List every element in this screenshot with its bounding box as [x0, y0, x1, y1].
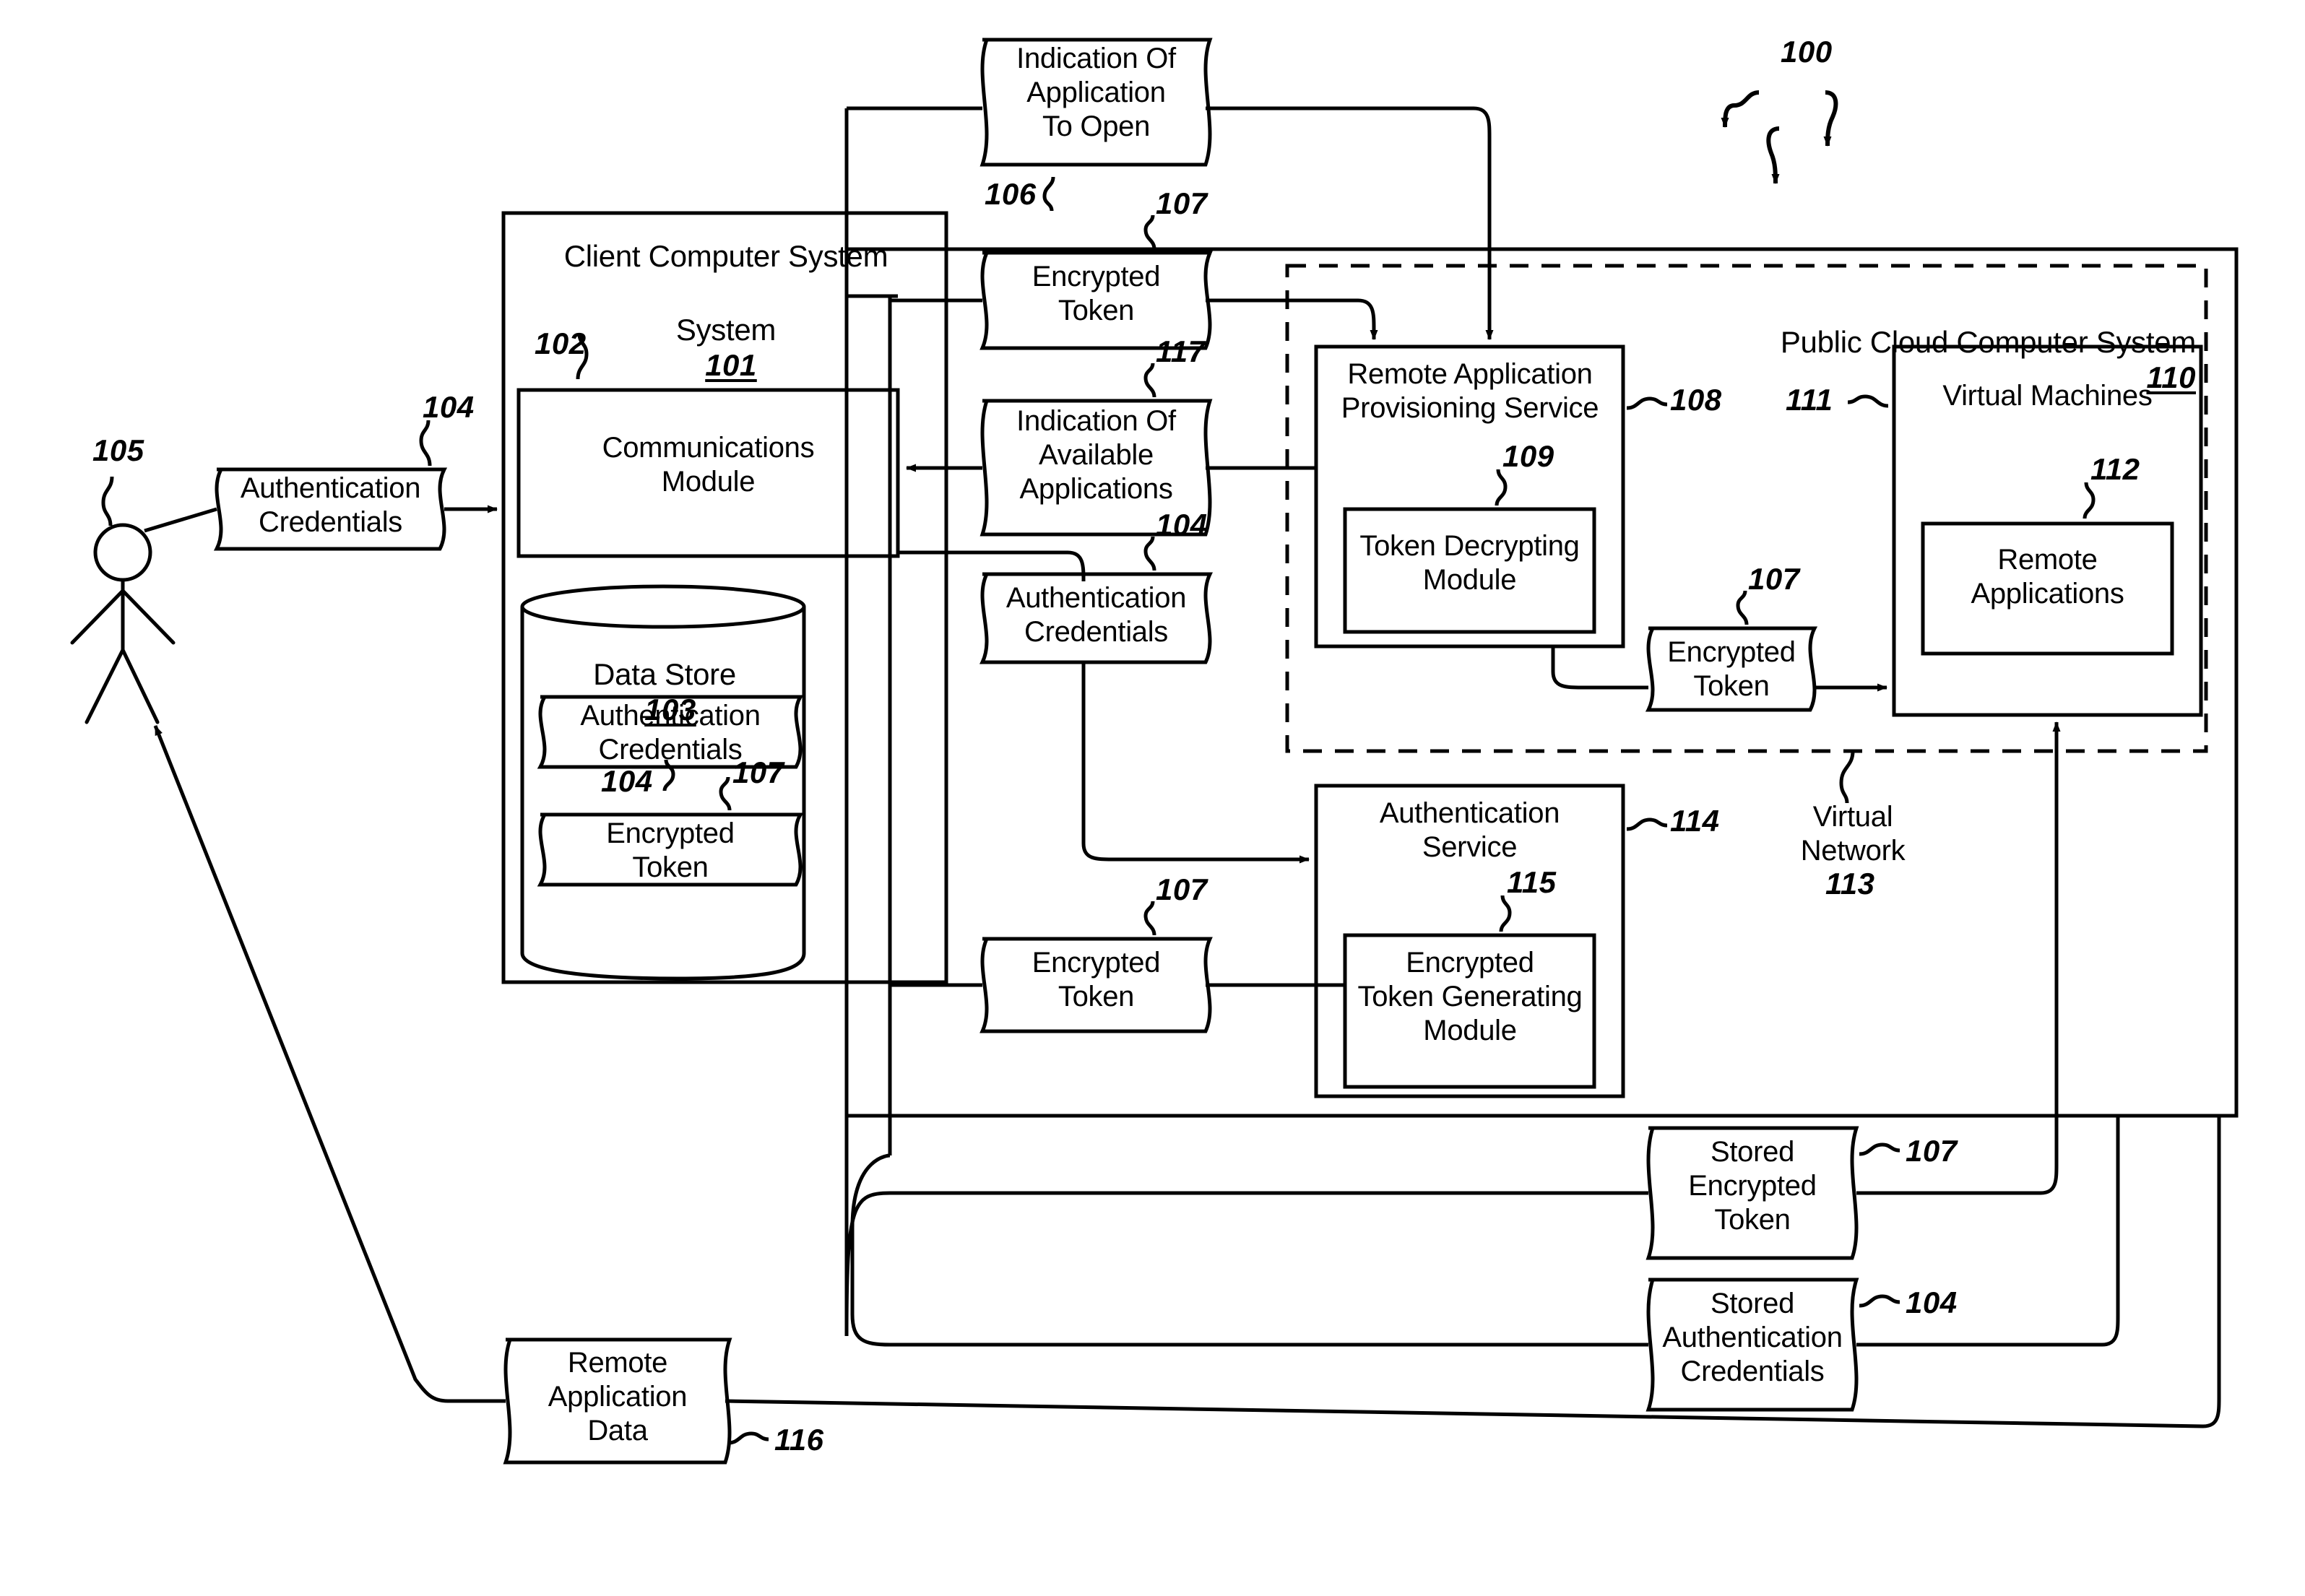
- remote-applications-ref: 112: [2090, 452, 2140, 486]
- user-stick-figure-shape: [70, 523, 176, 724]
- virtual-network-ref: 113: [1825, 867, 1875, 901]
- remote-applications-label: Remote Applications: [1971, 544, 2124, 610]
- communications-module-ref: 102: [535, 326, 587, 360]
- flow-auth-credentials-mid-label: Authentication Credentials: [1006, 582, 1187, 648]
- token-decrypting-module-ref: 109: [1502, 439, 1554, 473]
- virtual-machines-ref: 111: [1786, 383, 1833, 417]
- data-store-title-text: Data Store: [593, 657, 736, 692]
- virtual-network-label: Virtual Network: [1800, 801, 1906, 867]
- flow-remote-application-data-label: Remote Application Data: [548, 1347, 688, 1447]
- flow-encrypted-token-lower-label: Encrypted Token: [1032, 947, 1161, 1012]
- client-system-subtitle: System 101: [549, 277, 903, 383]
- flow-encrypted-token-lower-ref: 107: [1156, 872, 1208, 906]
- diagram-canvas: [70, 38, 2239, 1465]
- data-store-item-encrypted-token-ref: 107: [732, 755, 784, 789]
- token-decrypting-module-label: Token Decrypting Module: [1359, 530, 1580, 596]
- client-system-ref: 101: [705, 348, 757, 383]
- flow-indication-application-to-open-label: Indication Of Application To Open: [1016, 43, 1176, 142]
- flow-stored-auth-credentials-ref: 104: [1906, 1285, 1958, 1319]
- flow-auth-credentials-user-label: Authentication Credentials: [240, 472, 421, 538]
- flow-encrypted-token-cloud-ref: 107: [1748, 562, 1800, 596]
- flow-indication-available-applications-ref: 117: [1156, 334, 1206, 368]
- flow-encrypted-token-upper-label: Encrypted Token: [1032, 261, 1161, 326]
- actor-ref: 105: [92, 433, 144, 467]
- flow-remote-application-data-ref: 116: [774, 1423, 824, 1457]
- client-system-word-system: System: [675, 313, 777, 347]
- flow-indication-application-to-open-ref: 106: [985, 177, 1037, 211]
- flow-auth-credentials-mid-ref: 104: [1156, 508, 1208, 542]
- data-store-item-auth-credentials-ref: 104: [601, 764, 653, 798]
- data-store-item-encrypted-token: Encrypted Token: [606, 817, 735, 883]
- flow-encrypted-token-cloud-label: Encrypted Token: [1667, 636, 1796, 702]
- flow-stored-encrypted-token-label: Stored Encrypted Token: [1688, 1136, 1817, 1236]
- authentication-service-ref: 114: [1670, 804, 1720, 838]
- flow-stored-auth-credentials-label: Stored Authentication Credentials: [1662, 1288, 1843, 1387]
- flow-auth-credentials-user-ref: 104: [423, 390, 475, 424]
- flow-indication-available-applications-label: Indication Of Available Applications: [1016, 405, 1176, 505]
- encrypted-token-generating-module-ref: 115: [1507, 865, 1557, 899]
- communications-module-label: Communications Module: [602, 432, 815, 498]
- virtual-machines-label: Virtual Machines: [1942, 380, 2153, 412]
- patent-figure: 100 105 Authentication Credentials 104 C…: [0, 0, 2305, 1596]
- raps-ref: 108: [1670, 383, 1722, 417]
- flow-stored-encrypted-token-ref: 107: [1906, 1134, 1958, 1168]
- client-system-title: Client Computer System: [563, 239, 888, 273]
- raps-label: Remote Application Provisioning Service: [1341, 358, 1599, 424]
- encrypted-token-generating-module-label: Encrypted Token Generating Module: [1357, 947, 1583, 1046]
- authentication-service-label: Authentication Service: [1379, 797, 1560, 863]
- figure-ref-100: 100: [1781, 35, 1833, 69]
- cloud-system-title-text: Public Cloud Computer System: [1780, 325, 2196, 360]
- flow-encrypted-token-upper-ref: 107: [1156, 186, 1208, 220]
